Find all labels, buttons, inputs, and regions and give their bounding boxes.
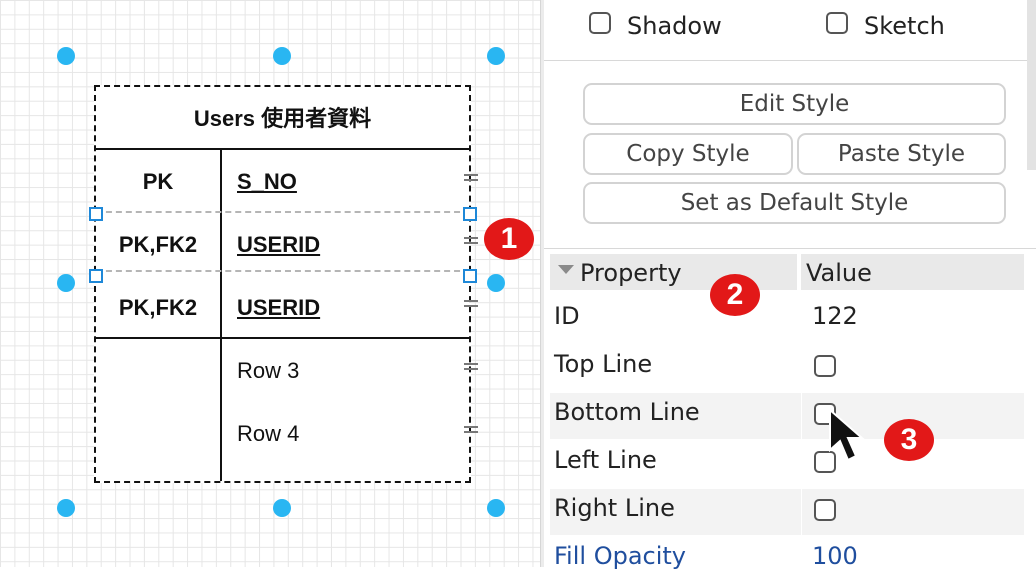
id-value-field[interactable]: 122 bbox=[812, 302, 858, 330]
property-column-header[interactable]: Property bbox=[550, 254, 797, 290]
sketch-label[interactable]: Sketch bbox=[864, 12, 945, 40]
row-resize-handle[interactable] bbox=[89, 207, 103, 221]
format-panel: Shadow Sketch Edit Style Copy Style Past… bbox=[544, 0, 1036, 583]
row-key: PK,FK2 bbox=[118, 232, 198, 257]
property-row-fill-opacity: Fill Opacity 100 bbox=[550, 537, 1024, 583]
set-default-style-button[interactable]: Set as Default Style bbox=[583, 182, 1006, 224]
callout-badge-2: 2 bbox=[710, 274, 760, 316]
property-name: ID bbox=[554, 302, 580, 330]
fill-opacity-value-field[interactable]: 100 bbox=[812, 542, 858, 570]
row-key: PK,FK2 bbox=[118, 295, 198, 320]
row-resize-handle[interactable] bbox=[463, 269, 477, 283]
row-connector-handle[interactable] bbox=[464, 174, 478, 181]
row-field[interactable]: S_NO bbox=[237, 169, 297, 195]
row-resize-handle[interactable] bbox=[89, 269, 103, 283]
entity-table-shape[interactable]: Users 使用者資料 PK S_NO PK,FK2 USERID PK,FK2… bbox=[94, 85, 471, 483]
row-field[interactable]: Row 4 bbox=[237, 421, 299, 447]
property-name: Left Line bbox=[554, 446, 657, 474]
cell-divider bbox=[801, 345, 802, 391]
row-field[interactable]: Row 3 bbox=[237, 358, 299, 384]
paste-style-button[interactable]: Paste Style bbox=[797, 133, 1006, 175]
resize-handle-right[interactable] bbox=[487, 274, 505, 292]
cell-divider bbox=[801, 537, 802, 583]
key-section-divider bbox=[96, 337, 469, 339]
property-row-right-line: Right Line bbox=[550, 489, 1024, 535]
callout-badge-3: 3 bbox=[884, 419, 934, 461]
row-connector-handle[interactable] bbox=[464, 237, 478, 244]
resize-handle-bottom-left[interactable] bbox=[57, 499, 75, 517]
callout-badge-1: 1 bbox=[484, 218, 534, 260]
property-header-label: Property bbox=[580, 259, 682, 287]
property-name: Bottom Line bbox=[554, 398, 700, 426]
cell-divider bbox=[801, 441, 802, 487]
property-row-id: ID 122 bbox=[550, 297, 1024, 343]
resize-handle-top-right[interactable] bbox=[487, 47, 505, 65]
row-field[interactable]: USERID bbox=[237, 295, 320, 321]
right-line-checkbox[interactable] bbox=[814, 499, 836, 521]
resize-handle-bottom[interactable] bbox=[273, 499, 291, 517]
copy-style-button[interactable]: Copy Style bbox=[583, 133, 793, 175]
column-divider bbox=[220, 148, 222, 481]
panel-scrollbar[interactable] bbox=[1027, 0, 1036, 170]
cell-divider bbox=[801, 297, 802, 343]
property-row-top-line: Top Line bbox=[550, 345, 1024, 391]
triangle-down-icon bbox=[558, 265, 574, 274]
row-key: PK bbox=[142, 169, 174, 194]
table-title[interactable]: Users 使用者資料 bbox=[96, 101, 469, 133]
selected-row-bottom-border bbox=[96, 270, 470, 272]
row-field[interactable]: USERID bbox=[237, 232, 320, 258]
title-divider bbox=[96, 148, 469, 150]
selected-row-top-border bbox=[96, 211, 470, 213]
property-name: Top Line bbox=[554, 350, 653, 378]
sketch-checkbox[interactable] bbox=[826, 12, 848, 34]
property-row-left-line: Left Line bbox=[550, 441, 1024, 487]
value-header-label: Value bbox=[806, 259, 872, 287]
section-divider bbox=[544, 248, 1036, 249]
resize-handle-bottom-right[interactable] bbox=[487, 499, 505, 517]
resize-handle-top-left[interactable] bbox=[57, 47, 75, 65]
section-divider bbox=[544, 60, 1036, 61]
mouse-cursor-icon bbox=[829, 408, 865, 462]
property-row-bottom-line: Bottom Line bbox=[550, 393, 1024, 439]
row-connector-handle[interactable] bbox=[464, 300, 478, 307]
cell-divider bbox=[801, 393, 802, 439]
value-column-header[interactable]: Value bbox=[801, 254, 1024, 290]
resize-handle-left[interactable] bbox=[57, 274, 75, 292]
shadow-checkbox[interactable] bbox=[589, 12, 611, 34]
resize-handle-top[interactable] bbox=[273, 47, 291, 65]
shadow-label[interactable]: Shadow bbox=[627, 12, 722, 40]
edit-style-button[interactable]: Edit Style bbox=[583, 83, 1006, 125]
row-connector-handle[interactable] bbox=[464, 363, 478, 370]
top-line-checkbox[interactable] bbox=[814, 355, 836, 377]
property-name: Right Line bbox=[554, 494, 675, 522]
diagram-canvas[interactable]: Users 使用者資料 PK S_NO PK,FK2 USERID PK,FK2… bbox=[0, 0, 540, 567]
property-name: Fill Opacity bbox=[554, 542, 686, 570]
cell-divider bbox=[801, 489, 802, 535]
row-resize-handle[interactable] bbox=[463, 207, 477, 221]
row-connector-handle[interactable] bbox=[464, 426, 478, 433]
